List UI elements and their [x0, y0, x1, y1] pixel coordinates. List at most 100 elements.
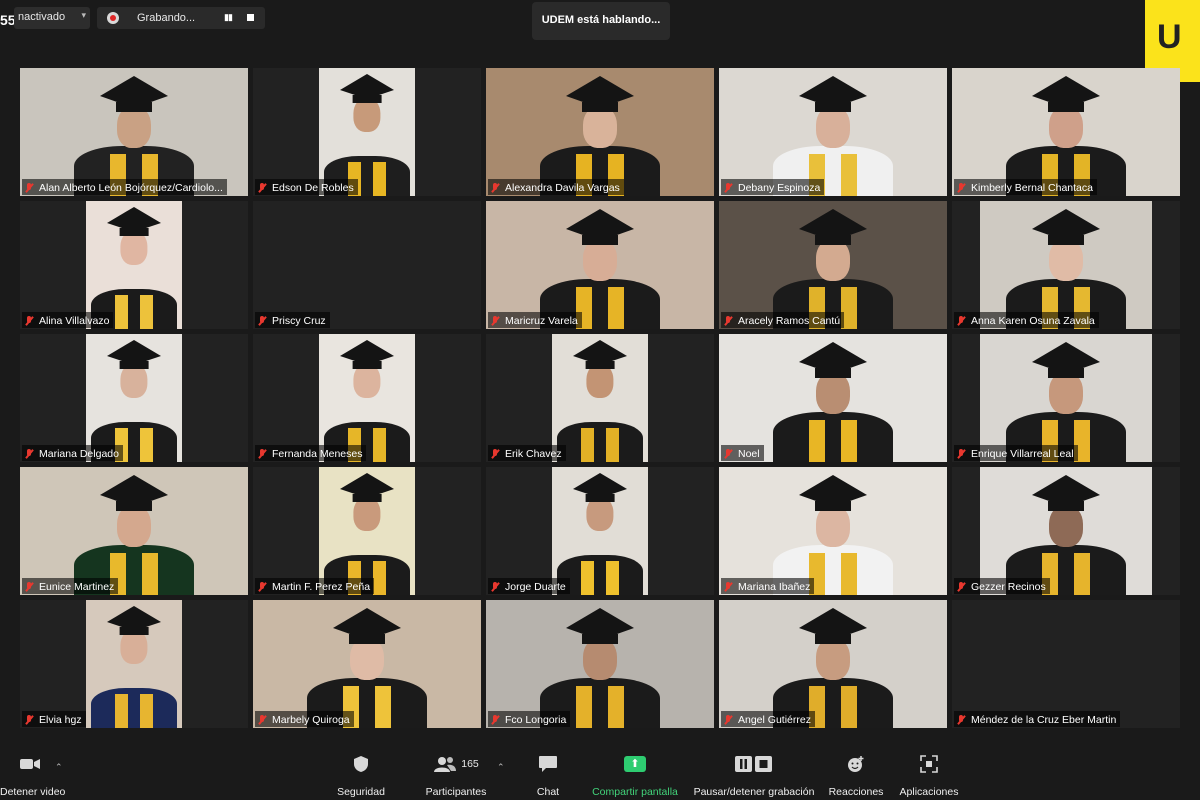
apps-button[interactable]: Aplicaciones: [896, 752, 962, 798]
participant-tile[interactable]: Alina Villalvazo: [20, 201, 248, 329]
chat-button[interactable]: Chat: [528, 752, 568, 798]
participant-name: Erik Chavez: [505, 448, 562, 460]
microphone-muted-icon: [723, 448, 733, 460]
participant-tile[interactable]: Martin F. Perez Peña: [253, 467, 481, 595]
smiley-plus-icon: [826, 752, 886, 776]
participant-tile[interactable]: Gezzer Recinos: [952, 467, 1180, 595]
participant-tile[interactable]: Angel Gutiérrez: [719, 600, 947, 728]
participant-name-tag: Martin F. Perez Peña: [255, 578, 375, 594]
participant-name: Maricruz Varela: [505, 315, 578, 327]
participant-name: Alexandra Davila Vargas: [505, 182, 620, 194]
participant-name: Anna Karen Osuna Zavala: [971, 315, 1095, 327]
participant-tile[interactable]: Erik Chavez: [486, 334, 714, 462]
participant-video: [552, 334, 648, 462]
participant-name-tag: Enrique Villarreal Leal: [954, 445, 1078, 461]
apps-label: Aplicaciones: [899, 786, 959, 798]
share-screen-label: Compartir pantalla: [592, 786, 678, 798]
participant-tile[interactable]: Kimberly Bernal Chantaca: [952, 68, 1180, 196]
security-button[interactable]: Seguridad: [332, 752, 390, 798]
active-speaker-banner: UDEM está hablando...: [532, 2, 670, 40]
participant-name-tag: Elvia hgz: [22, 711, 86, 727]
microphone-muted-icon: [24, 182, 34, 194]
recording-indicator: Grabando... ▮▮: [97, 7, 265, 29]
participant-tile[interactable]: Alexandra Davila Vargas: [486, 68, 714, 196]
participant-tile[interactable]: Fco Longoria: [486, 600, 714, 728]
participants-count: 165: [461, 758, 479, 770]
reactions-label: Reacciones: [828, 786, 884, 798]
participant-tile[interactable]: Jorge Duarte: [486, 467, 714, 595]
participant-tile[interactable]: Aracely Ramos Cantú: [719, 201, 947, 329]
video-options-caret-icon[interactable]: ⌃: [55, 762, 63, 773]
participant-name-tag: Priscy Cruz: [255, 312, 330, 328]
participants-options-caret-icon[interactable]: ⌃: [497, 762, 505, 773]
participant-name-tag: Erik Chavez: [488, 445, 566, 461]
participant-video: [952, 68, 1180, 196]
participant-video: [552, 467, 648, 595]
microphone-muted-icon: [956, 714, 966, 726]
reactions-button[interactable]: Reacciones: [826, 752, 886, 798]
participant-name-tag: Méndez de la Cruz Eber Martin: [954, 711, 1121, 727]
participant-video: [719, 467, 947, 595]
participant-tile[interactable]: Fernanda Meneses: [253, 334, 481, 462]
participant-tile[interactable]: Edson De Robles: [253, 68, 481, 196]
participant-video: [86, 334, 182, 462]
participant-name: Fco Longoria: [505, 714, 567, 726]
participant-name: Martin F. Perez Peña: [272, 581, 371, 593]
stop-video-button[interactable]: Detener video: [0, 752, 66, 798]
participant-name: Mariana Ibañez: [738, 581, 811, 593]
participant-tile[interactable]: Debany Espinoza: [719, 68, 947, 196]
participant-name-tag: Marbely Quiroga: [255, 711, 354, 727]
participant-name-tag: Debany Espinoza: [721, 179, 825, 195]
participant-video: [486, 201, 714, 329]
participant-name: Angel Gutiérrez: [738, 714, 811, 726]
participant-name: Debany Espinoza: [738, 182, 821, 194]
participant-name-tag: Angel Gutiérrez: [721, 711, 815, 727]
participant-name: Elvia hgz: [39, 714, 82, 726]
participant-tile[interactable]: Priscy Cruz: [253, 201, 481, 329]
participant-tile[interactable]: Alan Alberto León Bojórquez/Cardiolo...: [20, 68, 248, 196]
participant-name: Enrique Villarreal Leal: [971, 448, 1074, 460]
share-screen-button[interactable]: ⬆ Compartir pantalla: [588, 752, 682, 798]
microphone-muted-icon: [257, 714, 267, 726]
participant-video: [486, 600, 714, 728]
participant-name-tag: Alan Alberto León Bojórquez/Cardiolo...: [22, 179, 227, 195]
participants-icon: [434, 757, 457, 772]
microphone-muted-icon: [723, 581, 733, 593]
participant-name-tag: Edson De Robles: [255, 179, 358, 195]
participant-tile[interactable]: Eunice Martinez: [20, 467, 248, 595]
participant-tile[interactable]: Enrique Villarreal Leal: [952, 334, 1180, 462]
participant-tile[interactable]: Noel: [719, 334, 947, 462]
microphone-muted-icon: [257, 581, 267, 593]
participant-video: [319, 334, 415, 462]
pause-recording-icon[interactable]: ▮▮: [224, 12, 233, 23]
status-select[interactable]: nactivado ▾: [14, 7, 90, 29]
share-screen-arrow-icon: ⬆: [624, 756, 646, 772]
microphone-muted-icon: [24, 448, 34, 460]
participants-button[interactable]: 165 Participantes: [418, 752, 494, 798]
participant-name-tag: Mariana Ibañez: [721, 578, 815, 594]
participant-tile[interactable]: Marbely Quiroga: [253, 600, 481, 728]
participant-name: Marbely Quiroga: [272, 714, 350, 726]
participant-name-tag: Jorge Duarte: [488, 578, 570, 594]
pause-stop-recording-button[interactable]: Pausar/detener grabación: [690, 752, 818, 798]
stop-video-label: Detener video: [0, 786, 66, 798]
participant-name: Mariana Delgado: [39, 448, 119, 460]
participant-tile[interactable]: Anna Karen Osuna Zavala: [952, 201, 1180, 329]
participant-tile[interactable]: Méndez de la Cruz Eber Martin: [952, 600, 1180, 728]
participant-tile[interactable]: Elvia hgz: [20, 600, 248, 728]
participant-video: [486, 68, 714, 196]
top-bar: 55 nactivado ▾ Grabando... ▮▮ UDEM está …: [0, 0, 1200, 82]
security-label: Seguridad: [337, 786, 385, 798]
participant-video: [980, 467, 1152, 595]
participant-name-tag: Fernanda Meneses: [255, 445, 367, 461]
participant-name: Edson De Robles: [272, 182, 354, 194]
stop-recording-icon[interactable]: [247, 14, 254, 21]
participant-tile[interactable]: Maricruz Varela: [486, 201, 714, 329]
participant-tile[interactable]: Mariana Ibañez: [719, 467, 947, 595]
recording-label: Grabando...: [137, 12, 196, 24]
participant-tile[interactable]: Mariana Delgado: [20, 334, 248, 462]
microphone-muted-icon: [956, 315, 966, 327]
participant-name-tag: Alina Villalvazo: [22, 312, 114, 328]
shield-icon: [332, 752, 390, 776]
microphone-muted-icon: [257, 182, 267, 194]
